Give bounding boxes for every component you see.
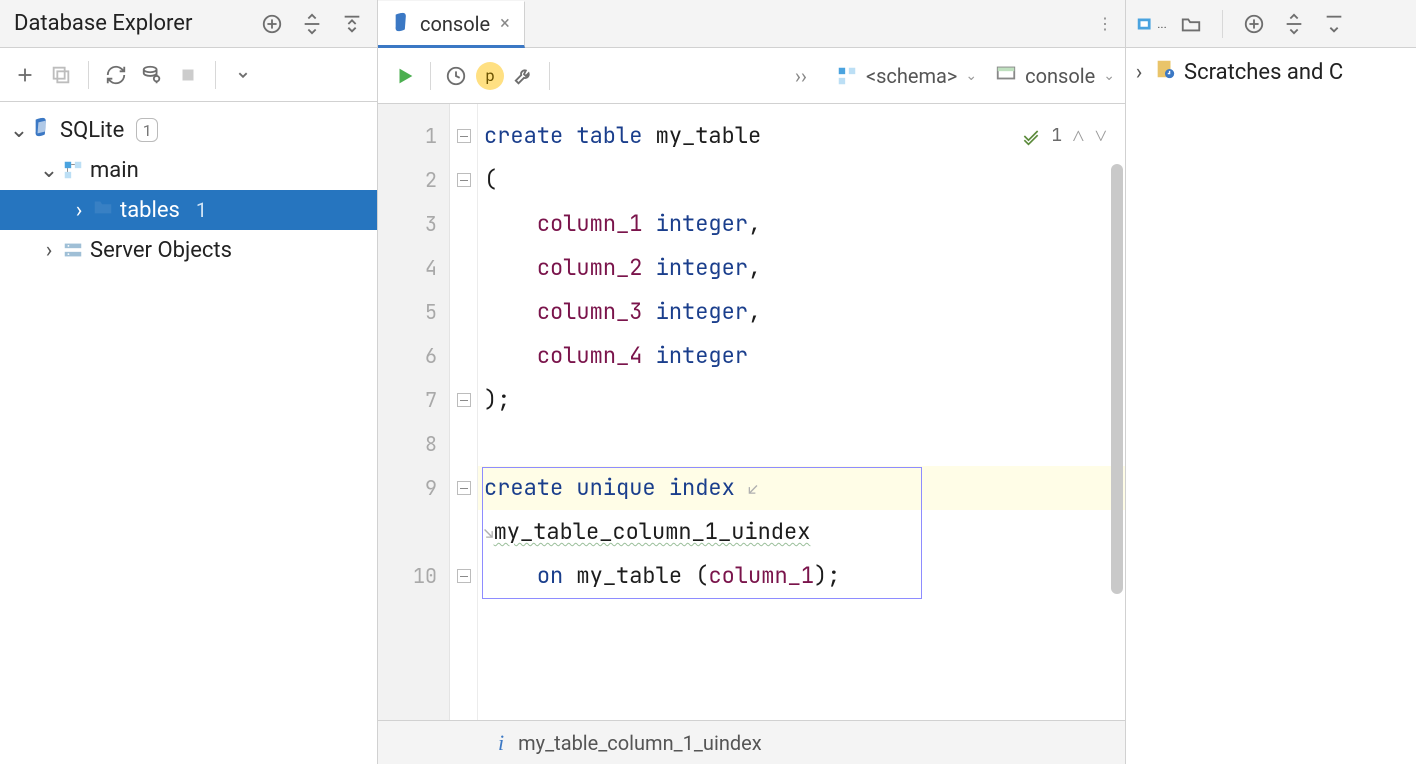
code-editor[interactable]: 1 2 3 4 5 6 7 8 9 10 <box>378 104 1125 720</box>
console-crumb-icon <box>995 62 1017 89</box>
fold-marker-icon[interactable] <box>457 129 471 143</box>
view-mode-icon[interactable]: ... <box>1134 7 1168 41</box>
folder-icon <box>92 196 114 224</box>
overflow-icon[interactable]: ›› <box>784 59 818 93</box>
history-icon[interactable] <box>439 59 473 93</box>
stop-icon <box>171 58 205 92</box>
tab-menu-icon[interactable]: ⋮ <box>1085 0 1125 47</box>
sqlite-file-icon <box>392 11 410 37</box>
expand-toggle-icon[interactable] <box>1317 7 1351 41</box>
add-target-icon[interactable] <box>1237 7 1271 41</box>
tree-db-row[interactable]: ⌄ SQLite 1 <box>0 110 377 150</box>
fold-marker-icon[interactable] <box>457 393 471 407</box>
tree-tables-row[interactable]: › tables 1 <box>0 190 377 230</box>
tables-count: 1 <box>196 198 207 222</box>
chevron-down-icon: ⌄ <box>1103 68 1115 84</box>
database-explorer-title: Database Explorer <box>8 11 192 36</box>
tables-label: tables <box>120 198 180 223</box>
tree-server-objects-row[interactable]: › Server Objects <box>0 230 377 270</box>
chevron-down-icon: ⌄ <box>965 68 977 84</box>
scratches-label: Scratches and C <box>1184 60 1343 85</box>
refresh-icon[interactable] <box>99 58 133 92</box>
db-name: SQLite <box>60 118 124 143</box>
status-text: my_table_column_1_uindex <box>518 731 762 755</box>
tree-schema-row[interactable]: ⌄ main <box>0 150 377 190</box>
collapse-all-icon[interactable] <box>295 7 329 41</box>
chevron-down-icon[interactable]: ˅ <box>1095 114 1107 158</box>
open-folder-icon[interactable] <box>1174 7 1208 41</box>
inspection-count: 1 <box>1051 114 1062 158</box>
duplicate-icon[interactable] <box>44 58 78 92</box>
database-icon <box>32 116 54 144</box>
chevron-up-icon[interactable]: ˄ <box>1072 114 1084 158</box>
live-template-arrow-icon: ↙ <box>748 468 758 512</box>
console-crumb[interactable]: console ⌄ <box>995 62 1115 89</box>
chevron-right-icon: › <box>1132 60 1146 85</box>
schema-crumb-label: <schema> <box>866 64 957 88</box>
more-icon[interactable] <box>226 58 260 92</box>
scratches-icon <box>1154 58 1176 86</box>
console-crumb-label: console <box>1025 64 1095 88</box>
chevron-right-icon: › <box>42 238 56 263</box>
new-datasource-icon[interactable] <box>8 58 42 92</box>
chevron-down-icon: ⌄ <box>12 118 26 143</box>
fold-column[interactable] <box>450 104 478 720</box>
db-count-badge: 1 <box>136 118 158 142</box>
vertical-scrollbar[interactable] <box>1111 164 1123 594</box>
close-icon[interactable]: × <box>500 13 510 34</box>
schema-icon <box>836 65 858 87</box>
schema-crumb[interactable]: <schema> ⌄ <box>836 64 977 88</box>
tab-console[interactable]: console × <box>378 1 525 48</box>
line-gutter: 1 2 3 4 5 6 7 8 9 10 <box>378 104 450 720</box>
filter-settings-icon[interactable] <box>135 58 169 92</box>
run-button[interactable] <box>388 59 422 93</box>
scratches-row[interactable]: › Scratches and C <box>1132 58 1410 86</box>
playground-badge[interactable]: p <box>473 59 507 93</box>
settings-wrench-icon[interactable] <box>507 59 541 93</box>
tab-label: console <box>420 12 490 36</box>
server-objects-icon <box>62 239 84 261</box>
info-icon: i <box>498 730 504 756</box>
collapse-all-icon[interactable] <box>1277 7 1311 41</box>
inspection-widget[interactable]: 1 ˄ ˅ <box>1021 114 1107 158</box>
expand-toggle-icon[interactable] <box>335 7 369 41</box>
live-template-arrow-icon: ↘ <box>484 512 494 556</box>
schema-icon <box>62 159 84 181</box>
chevron-right-icon: › <box>72 198 86 223</box>
fold-marker-icon[interactable] <box>457 569 471 583</box>
fold-marker-icon[interactable] <box>457 481 471 495</box>
schema-name: main <box>90 158 139 183</box>
server-objects-label: Server Objects <box>90 238 232 263</box>
fold-marker-icon[interactable] <box>457 173 471 187</box>
add-target-icon[interactable] <box>255 7 289 41</box>
chevron-down-icon: ⌄ <box>42 158 56 183</box>
